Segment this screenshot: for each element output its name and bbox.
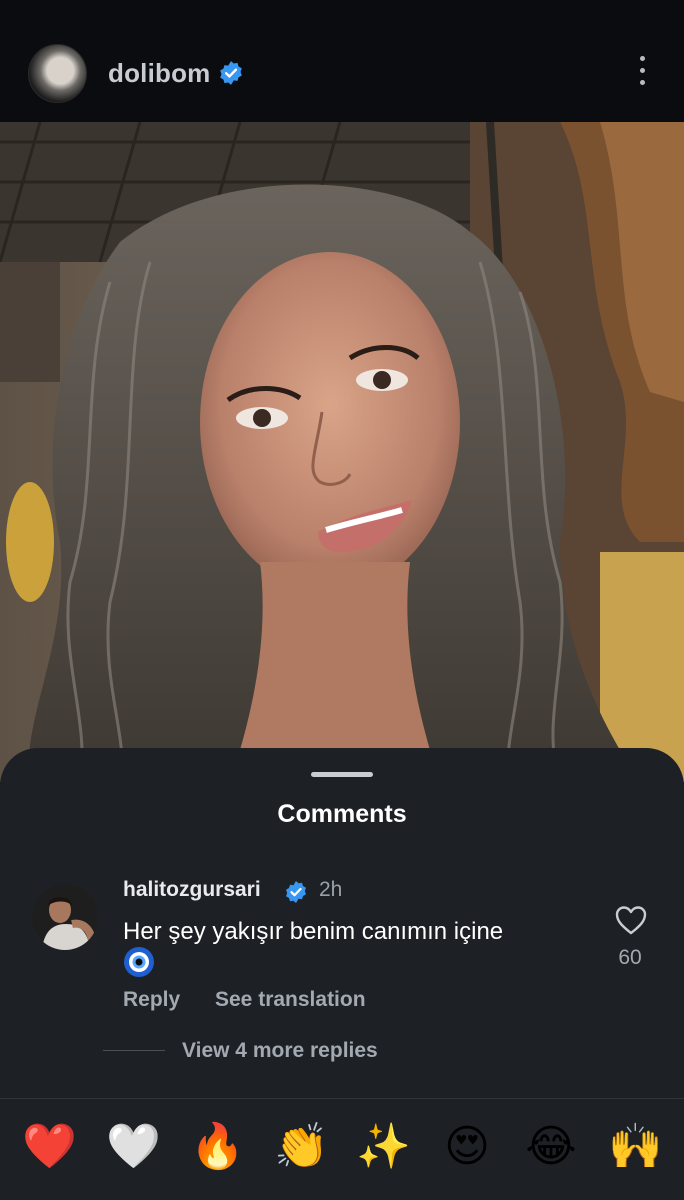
reaction-white-heart[interactable]: 🤍 [106, 1120, 161, 1174]
nazar-amulet-emoji [124, 947, 154, 977]
like-heart-icon[interactable] [614, 904, 648, 936]
replies-divider [103, 1050, 165, 1051]
verified-badge-icon [286, 881, 306, 903]
post-photo [0, 122, 684, 782]
like-count: 60 [618, 946, 642, 969]
reaction-raised-hands[interactable]: 🙌 [608, 1120, 663, 1174]
reaction-fire[interactable]: 🔥 [190, 1120, 245, 1174]
reaction-red-heart[interactable]: ❤️ [22, 1120, 77, 1174]
reaction-sparkles[interactable]: ✨ [356, 1120, 411, 1174]
post-username[interactable]: dolibom [108, 58, 211, 89]
reply-button[interactable]: Reply [123, 988, 180, 1012]
reaction-heart-eyes[interactable]: 😍 [440, 1120, 494, 1174]
comments-title: Comments [277, 800, 407, 828]
reaction-tears-of-joy[interactable]: 😂 [524, 1120, 578, 1174]
quick-reaction-bar [0, 1099, 684, 1200]
commenter-avatar[interactable] [32, 884, 98, 950]
reaction-clap[interactable]: 👏 [274, 1120, 329, 1174]
post-header: dolibom [0, 0, 684, 122]
view-more-replies-button[interactable]: View 4 more replies [182, 1039, 378, 1063]
comment-time: 2h [319, 878, 343, 901]
verified-badge-icon [220, 61, 242, 85]
see-translation-button[interactable]: See translation [215, 988, 366, 1012]
selfie-image [0, 122, 684, 782]
more-options-icon[interactable] [632, 56, 652, 90]
drag-handle[interactable] [311, 772, 373, 777]
commenter-username[interactable]: halitozgursari [123, 878, 261, 902]
comment-text: Her şey yakışır benim canımın içine [123, 918, 504, 945]
profile-avatar[interactable] [28, 44, 87, 103]
